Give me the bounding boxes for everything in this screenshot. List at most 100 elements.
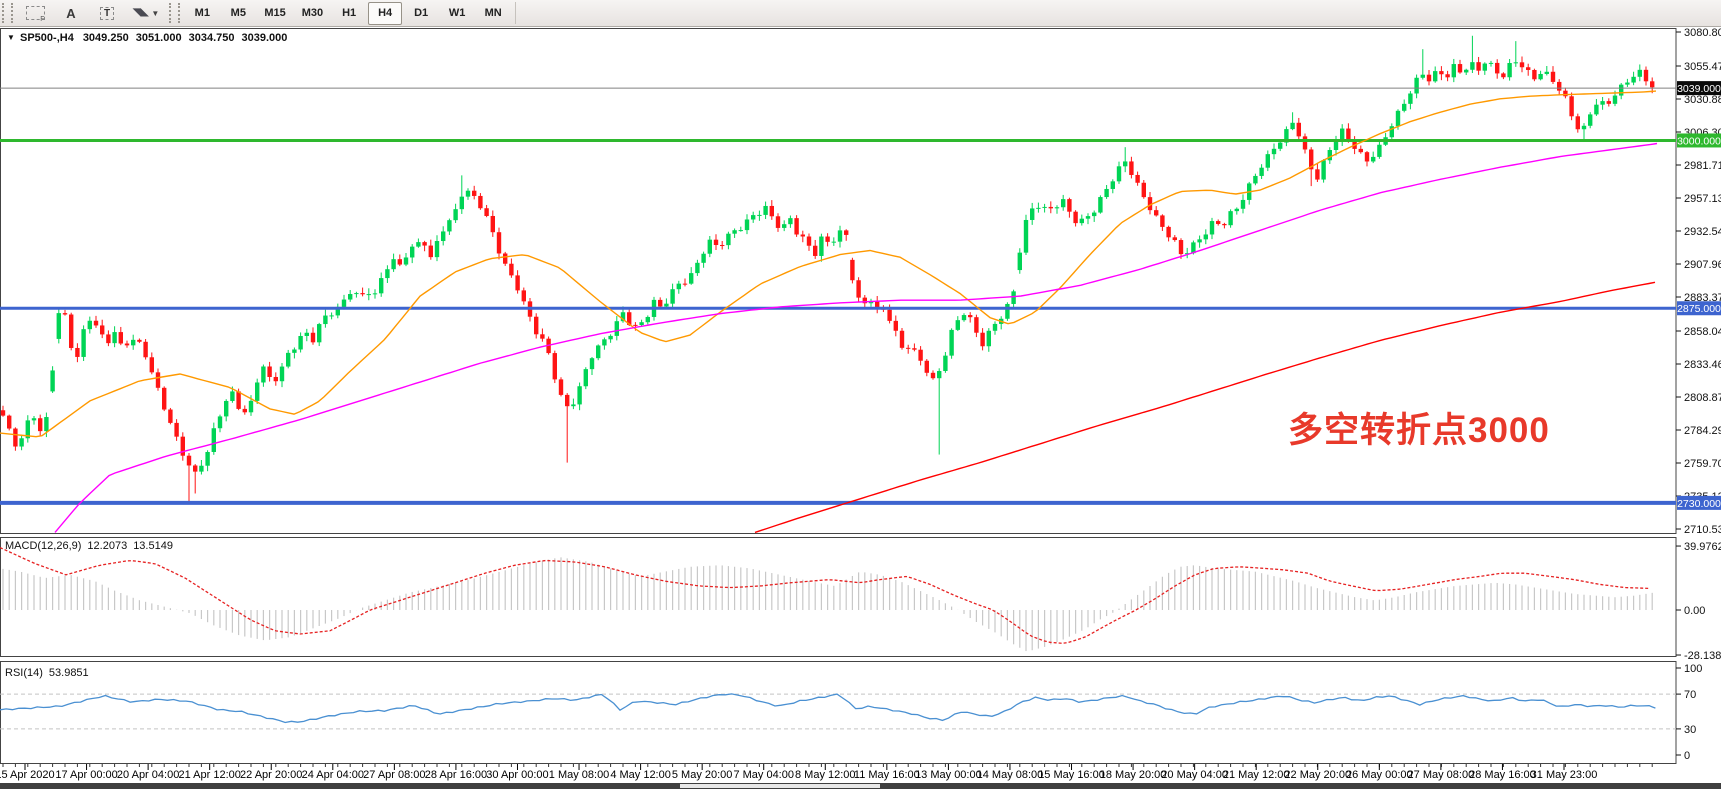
candle bbox=[596, 344, 600, 360]
time-axis-label: 4 May 12:00 bbox=[610, 769, 671, 781]
candle bbox=[162, 386, 166, 411]
price-badge-label: 2875.000 bbox=[1677, 303, 1721, 315]
mt4-chart-window: F A T ◥◣ ▼ M1M5M15M30H1H4D1W1MN 3080.800… bbox=[0, 0, 1721, 789]
indicator-drop-icon: F bbox=[26, 6, 45, 20]
time-axis-label: 5 May 20:00 bbox=[672, 769, 733, 781]
candle bbox=[559, 377, 563, 396]
rsi-panel-plot[interactable] bbox=[1, 662, 1677, 764]
time-axis-label: 21 Apr 12:00 bbox=[178, 769, 240, 781]
time-axis-label: 15 May 16:00 bbox=[1038, 769, 1105, 781]
time-axis-label: 21 May 12:00 bbox=[1223, 769, 1290, 781]
chart-area[interactable]: 3080.8003055.4703030.8853006.3002981.715… bbox=[0, 0, 1721, 789]
timeframe-button-h1[interactable]: H1 bbox=[332, 2, 366, 25]
timeframe-button-mn[interactable]: MN bbox=[476, 2, 510, 25]
candle bbox=[1228, 209, 1232, 227]
price-axis-label: 2981.715 bbox=[1684, 160, 1721, 172]
timeframe-button-m1[interactable]: M1 bbox=[185, 2, 219, 25]
time-axis-label: 7 May 04:00 bbox=[733, 769, 794, 781]
time-axis-label: 26 May 00:00 bbox=[1346, 769, 1413, 781]
time-axis: 15 Apr 202017 Apr 00:0020 Apr 04:0021 Ap… bbox=[0, 764, 1652, 781]
candle bbox=[57, 308, 61, 344]
annotation-text[interactable]: 多空转折点3000 bbox=[1288, 411, 1550, 450]
price-axis-label: 3055.470 bbox=[1684, 61, 1721, 73]
macd-axis-label: -28.138 bbox=[1684, 650, 1721, 662]
price-axis-label: 3080.800 bbox=[1684, 27, 1721, 39]
text-label-button[interactable]: A bbox=[54, 2, 88, 25]
price-axis-label: 2907.960 bbox=[1684, 259, 1721, 271]
price-axis: 3080.8003055.4703030.8853006.3002981.715… bbox=[1676, 27, 1721, 536]
candle bbox=[949, 328, 953, 358]
arrows-icon: ◥◣ bbox=[133, 8, 148, 18]
time-axis-label: 22 May 20:00 bbox=[1284, 769, 1351, 781]
toolbar-separator bbox=[515, 2, 516, 24]
candle bbox=[553, 351, 557, 383]
time-axis-label: 14 May 08:00 bbox=[977, 769, 1044, 781]
candle bbox=[1321, 159, 1325, 183]
toolbar: F A T ◥◣ ▼ M1M5M15M30H1H4D1W1MN bbox=[0, 0, 1721, 27]
candle bbox=[850, 258, 854, 284]
time-axis-label: 17 Apr 00:00 bbox=[55, 769, 117, 781]
macd-panel-plot[interactable] bbox=[1, 538, 1677, 657]
arrows-tool-button[interactable]: ◥◣ ▼ bbox=[126, 2, 166, 25]
time-axis-label: 20 Apr 04:00 bbox=[117, 769, 179, 781]
time-axis-label: 1 May 08:00 bbox=[549, 769, 610, 781]
candle bbox=[143, 339, 147, 360]
candle bbox=[1005, 302, 1009, 321]
price-badge-label: 3000.000 bbox=[1677, 135, 1721, 147]
time-axis-label: 8 May 12:00 bbox=[795, 769, 856, 781]
candle bbox=[1569, 92, 1573, 120]
timeframe-group-grip[interactable] bbox=[169, 3, 180, 23]
time-axis-label: 15 Apr 2020 bbox=[0, 769, 55, 781]
time-axis-label: 27 Apr 08:00 bbox=[363, 769, 425, 781]
main-chart-plot[interactable] bbox=[1, 29, 1677, 534]
rsi-axis-label: 70 bbox=[1684, 689, 1696, 701]
timeframe-button-h4[interactable]: H4 bbox=[368, 2, 402, 25]
time-axis-label: 24 Apr 04:00 bbox=[302, 769, 364, 781]
timeframe-button-m5[interactable]: M5 bbox=[221, 2, 255, 25]
price-axis-label: 3030.885 bbox=[1684, 94, 1721, 106]
time-axis-label: 27 May 08:00 bbox=[1408, 769, 1475, 781]
timeframe-button-d1[interactable]: D1 bbox=[404, 2, 438, 25]
price-axis-label: 2833.460 bbox=[1684, 359, 1721, 371]
time-axis-label: 11 May 16:00 bbox=[854, 769, 920, 781]
quote-line: SP500-,H43049.2503051.0003034.7503039.00… bbox=[20, 32, 287, 44]
horizontal-scrollbar-thumb[interactable] bbox=[680, 784, 880, 788]
time-axis-label: 13 May 00:00 bbox=[915, 769, 982, 781]
time-axis-label: 30 Apr 00:00 bbox=[486, 769, 548, 781]
macd-axis-label: 0.00 bbox=[1684, 605, 1705, 617]
price-badge-label: 3039.000 bbox=[1677, 83, 1721, 95]
candle bbox=[69, 313, 73, 351]
candle bbox=[794, 215, 798, 237]
indicator-drop-button[interactable]: F bbox=[18, 2, 52, 25]
rsi-axis-label: 0 bbox=[1684, 750, 1690, 762]
price-axis-label: 2932.545 bbox=[1684, 226, 1721, 238]
timeframe-button-m30[interactable]: M30 bbox=[295, 2, 330, 25]
macd-axis-label: 39.9762 bbox=[1684, 541, 1721, 553]
price-axis-label: 2957.130 bbox=[1684, 193, 1721, 205]
candle bbox=[81, 325, 85, 361]
price-axis-label: 2858.045 bbox=[1684, 326, 1721, 338]
macd-label: MACD(12,26,9)12.207313.5149 bbox=[5, 540, 173, 552]
price-axis-label: 2784.290 bbox=[1684, 425, 1721, 437]
text-label-icon: A bbox=[66, 6, 75, 21]
time-axis-label: 20 May 04:00 bbox=[1161, 769, 1228, 781]
price-axis-label: 2808.875 bbox=[1684, 392, 1721, 404]
candle bbox=[1142, 180, 1146, 199]
candle bbox=[168, 408, 172, 424]
price-axis-label: 2759.705 bbox=[1684, 458, 1721, 470]
timeframe-button-w1[interactable]: W1 bbox=[440, 2, 474, 25]
symbol-dropdown-icon[interactable]: ▼ bbox=[7, 33, 15, 42]
time-axis-label: 31 May 23:00 bbox=[1531, 769, 1598, 781]
rsi-axis-label: 30 bbox=[1684, 724, 1696, 736]
text-box-icon: T bbox=[100, 7, 114, 20]
price-badge-label: 2730.000 bbox=[1677, 498, 1721, 510]
candle bbox=[1024, 215, 1028, 255]
timeframe-button-m15[interactable]: M15 bbox=[257, 2, 292, 25]
price-axis-label: 2710.535 bbox=[1684, 524, 1721, 536]
toolbar-drag-grip[interactable] bbox=[2, 3, 13, 23]
text-box-button[interactable]: T bbox=[90, 2, 124, 25]
chevron-down-icon: ▼ bbox=[151, 9, 159, 18]
timeframe-button-group: M1M5M15M30H1H4D1W1MN bbox=[184, 2, 511, 25]
candle bbox=[900, 328, 904, 350]
rsi-axis-label: 100 bbox=[1684, 663, 1702, 675]
